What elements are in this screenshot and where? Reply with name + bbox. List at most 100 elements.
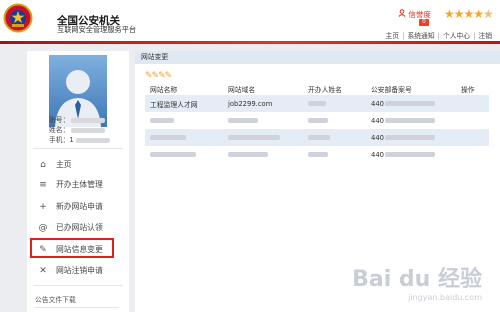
site-subtitle: 互联网安全管理服务平台: [57, 25, 137, 34]
credit-badge: 0: [419, 19, 429, 26]
table-row[interactable]: 440: [145, 129, 489, 146]
sidebar-item-label: 开办主体管理: [56, 180, 103, 189]
cell-action[interactable]: [456, 112, 489, 129]
cell-site-name: [145, 112, 223, 129]
column-header: 网站域名: [228, 85, 256, 94]
name-label: 姓名：: [49, 126, 70, 134]
divider: [33, 148, 123, 149]
phone-label: 手机：1: [49, 136, 74, 144]
top-nav: 主页 | 系统通知 | 个人中心 | 注销: [386, 30, 492, 40]
cell-site-domain: [223, 129, 303, 146]
stars-filled: ★★★★: [444, 7, 484, 21]
nav-personal-center[interactable]: 个人中心: [443, 32, 470, 40]
sidebar-item-new-website[interactable]: + 新办网站申请: [27, 199, 129, 215]
divider: [33, 285, 123, 286]
cell-owner-name: [303, 95, 366, 112]
redacted-text: [384, 118, 435, 123]
at-icon: @: [38, 223, 48, 233]
cell-site-name: [145, 129, 223, 146]
user-account: 账号：: [49, 114, 106, 124]
cell-site-domain: [223, 112, 303, 129]
divider: [35, 307, 119, 308]
star-rating: ★★★★★: [444, 7, 494, 21]
sidebar-item-website-cancel[interactable]: ✕ 网站注销申请: [27, 263, 129, 279]
sidebar-item-home[interactable]: ⌂ 主页: [27, 157, 129, 173]
watermark-logo: Bai du 经验: [352, 267, 482, 292]
redacted-text: [384, 135, 435, 140]
sidebar-item-label: 网站注销申请: [56, 266, 103, 275]
user-credit-icon: [398, 9, 406, 17]
cell-action[interactable]: [456, 129, 489, 146]
nav-home[interactable]: 主页: [386, 32, 400, 40]
header-divider: [0, 41, 500, 44]
phone-value-redacted: [75, 137, 110, 143]
table-row[interactable]: 440: [145, 112, 489, 129]
nav-system-notice[interactable]: 系统通知: [407, 32, 434, 40]
redacted-text: [384, 152, 435, 157]
nav-separator: |: [402, 32, 405, 40]
cell-record-number: 440: [366, 129, 456, 146]
redacted-text: [228, 118, 258, 123]
redacted-text: [150, 135, 186, 140]
column-header: 公安部备案号: [371, 85, 412, 94]
redacted-text: [150, 118, 174, 123]
cell-site-name: 工程监理人才网: [145, 95, 223, 112]
cell-site-domain: job2299.com: [223, 95, 303, 112]
sidebar: 账号： 姓名： 手机：1 ⌂ 主页 ≡ 开办主体管理 + 新办网站申请 @ 已办…: [27, 51, 129, 312]
record-prefix: 440: [371, 99, 384, 108]
panel-title: 网站变更: [135, 51, 500, 64]
user-name: 姓名：: [49, 124, 106, 134]
list-icon: ≡: [39, 180, 47, 190]
account-label: 账号：: [49, 116, 70, 124]
redacted-text: [150, 152, 196, 157]
main-panel: 网站变更 ✎✎✎✎ 网站名称 网站域名 开办人姓名 公安部备案号 操作 工程监理…: [135, 51, 500, 312]
cell-owner-name: [303, 112, 366, 129]
docs-download-link[interactable]: 公告文件下载: [35, 294, 76, 304]
redacted-text: [228, 152, 268, 157]
cell-owner-name: [303, 146, 366, 163]
watermark-url: jingyan.baidu.com: [408, 293, 482, 302]
user-phone: 手机：1: [49, 134, 110, 144]
nav-separator: |: [437, 32, 440, 40]
nav-logout[interactable]: 注销: [478, 32, 492, 40]
close-icon: ✕: [39, 266, 47, 276]
cell-action[interactable]: [456, 95, 489, 112]
record-prefix: 440: [371, 116, 384, 125]
redacted-text: [228, 135, 280, 140]
sidebar-item-label: 已办网站认领: [56, 223, 103, 232]
highlight-annotation: [30, 238, 114, 258]
table-row[interactable]: 440: [145, 146, 489, 163]
home-icon: ⌂: [40, 160, 46, 170]
column-header: 操作: [461, 85, 475, 94]
toolbar-icons: ✎✎✎✎: [145, 71, 172, 81]
column-header: 开办人姓名: [308, 85, 342, 94]
cell-record-number: 440: [366, 146, 456, 163]
website-table: 网站名称 网站域名 开办人姓名 公安部备案号 操作 工程监理人才网 job229…: [145, 82, 489, 163]
police-emblem-icon: [3, 3, 33, 33]
record-prefix: 440: [371, 150, 384, 159]
table-row[interactable]: 工程监理人才网 job2299.com 440: [145, 95, 489, 112]
plus-icon: +: [39, 202, 47, 212]
sidebar-item-entity-management[interactable]: ≡ 开办主体管理: [27, 177, 129, 193]
redacted-text: [308, 118, 328, 123]
watermark: Bai du 经验 jingyan.baidu.com: [352, 261, 482, 302]
nav-separator: |: [473, 32, 476, 40]
cell-site-name: [145, 146, 223, 163]
name-value-redacted: [71, 127, 106, 133]
redacted-text: [308, 152, 328, 157]
redacted-text: [308, 135, 330, 140]
table-header-row: 网站名称 网站域名 开办人姓名 公安部备案号 操作: [145, 82, 489, 95]
record-prefix: 440: [371, 133, 384, 142]
header: 全国公安机关 互联网安全管理服务平台 信誉度 0 ★★★★★ 主页 | 系统通知 | 个…: [0, 0, 500, 42]
sidebar-item-claim-website[interactable]: @ 已办网站认领: [27, 220, 129, 236]
account-value-redacted: [71, 117, 106, 123]
cell-owner-name: [303, 129, 366, 146]
cell-site-domain: [223, 146, 303, 163]
edit-icon[interactable]: ✎: [165, 71, 172, 81]
star-dim: ★: [483, 7, 494, 21]
credit-label: 信誉度: [408, 10, 431, 19]
cell-action[interactable]: [456, 146, 489, 163]
cell-record-number: 440: [366, 112, 456, 129]
redacted-text: [308, 101, 326, 106]
sidebar-item-label: 新办网站申请: [56, 202, 103, 211]
